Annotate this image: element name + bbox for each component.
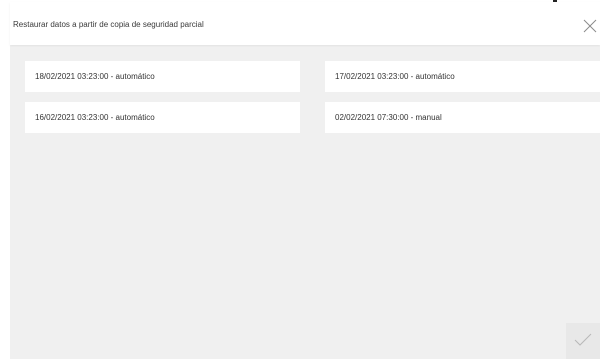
backup-item-label: 18/02/2021 03:23:00 - automático — [35, 72, 155, 81]
check-icon — [574, 333, 592, 346]
dialog-title: Restaurar datos a partir de copia de seg… — [13, 20, 204, 29]
backup-item[interactable]: 17/02/2021 03:23:00 - automático — [325, 61, 600, 92]
dialog-header: Restaurar datos a partir de copia de seg… — [10, 2, 600, 45]
backup-item[interactable]: 18/02/2021 03:23:00 - automático — [25, 61, 300, 92]
backup-item-label: 16/02/2021 03:23:00 - automático — [35, 113, 155, 122]
close-icon — [583, 19, 597, 33]
backup-item[interactable]: 02/02/2021 07:30:00 - manual — [325, 102, 600, 133]
backup-item-label: 02/02/2021 07:30:00 - manual — [335, 113, 442, 122]
restore-backup-dialog: Restaurar datos a partir de copia de seg… — [10, 2, 600, 359]
confirm-button[interactable] — [566, 323, 600, 359]
close-button[interactable] — [582, 18, 598, 34]
restore-backup-screen: Restaurar datos a partir de copia de seg… — [0, 0, 600, 359]
backup-item[interactable]: 16/02/2021 03:23:00 - automático — [25, 102, 300, 133]
backup-item-label: 17/02/2021 03:23:00 - automático — [335, 72, 455, 81]
